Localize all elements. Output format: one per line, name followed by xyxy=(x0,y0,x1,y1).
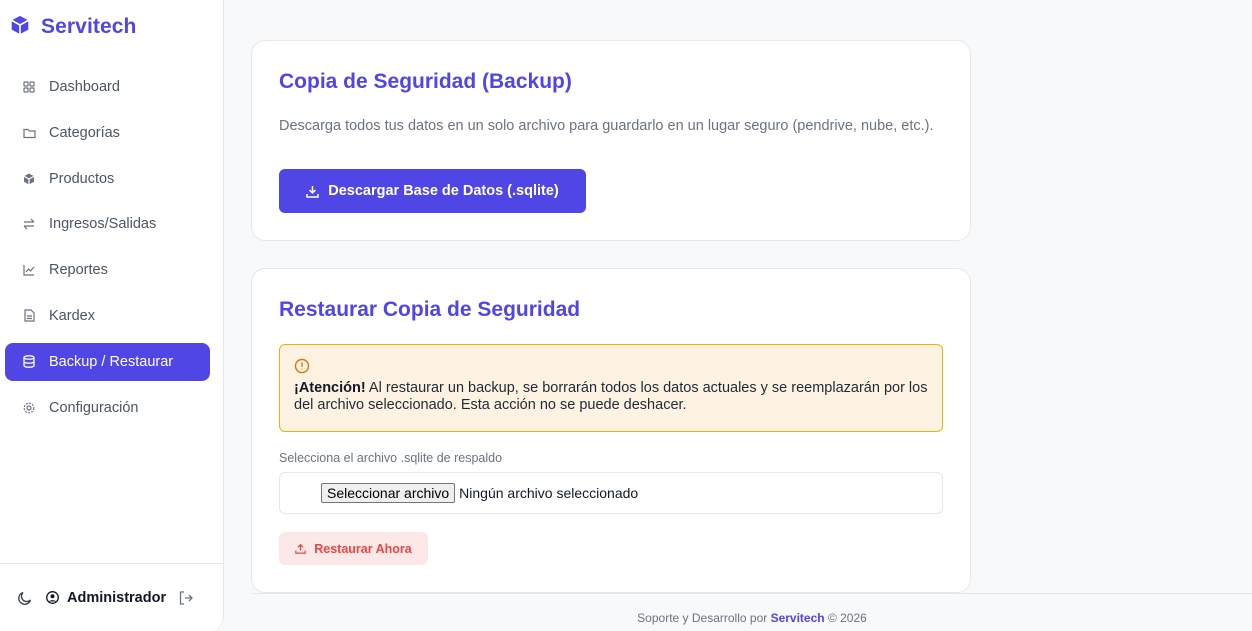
brand[interactable]: Servitech xyxy=(10,14,136,40)
sidebar-item-label: Productos xyxy=(49,170,115,187)
file-status: Ningún archivo seleccionado xyxy=(459,485,639,501)
sidebar-item-productos[interactable]: Productos xyxy=(5,160,210,198)
restore-now-label: Restaurar Ahora xyxy=(314,541,412,556)
user-avatar-icon xyxy=(46,591,59,604)
choose-file-button[interactable]: Seleccionar archivo xyxy=(321,483,456,503)
sidebar-item-label: Kardex xyxy=(49,307,95,324)
database-icon xyxy=(22,355,36,369)
moon-icon[interactable] xyxy=(17,590,33,606)
sidebar-item-configuracion[interactable]: Configuración xyxy=(5,389,210,427)
logout-icon[interactable] xyxy=(178,590,194,606)
sidebar-item-label: Categorías xyxy=(49,124,120,141)
file-input[interactable]: Seleccionar archivo Ningún archivo selec… xyxy=(279,472,943,514)
sidebar-item-kardex[interactable]: Kardex xyxy=(5,297,210,335)
warning-alert: ¡Atención! Al restaurar un backup, se bo… xyxy=(279,344,943,432)
restore-now-button[interactable]: Restaurar Ahora xyxy=(279,532,428,565)
box-logo-icon xyxy=(10,15,30,40)
restore-card: Restaurar Copia de Seguridad ¡Atención! … xyxy=(251,268,971,593)
sidebar-nav: Dashboard Categorías Productos Ingresos/… xyxy=(5,68,210,434)
upload-icon xyxy=(295,543,307,554)
folder-icon xyxy=(22,126,36,140)
arrows-exchange-icon xyxy=(22,217,36,231)
warning-text: ¡Atención! Al restaurar un backup, se bo… xyxy=(294,380,928,414)
download-icon xyxy=(306,185,319,198)
sidebar-item-dashboard[interactable]: Dashboard xyxy=(5,68,210,106)
gear-icon xyxy=(22,401,36,415)
chart-line-icon xyxy=(22,263,36,277)
user-name: Administrador xyxy=(67,589,167,606)
backup-title: Copia de Seguridad (Backup) xyxy=(279,70,572,93)
sidebar-item-label: Reportes xyxy=(49,262,108,279)
sidebar-item-label: Dashboard xyxy=(49,79,120,95)
file-text-icon xyxy=(22,309,36,323)
restore-title: Restaurar Copia de Seguridad xyxy=(279,298,581,321)
sidebar-item-label: Configuración xyxy=(49,399,139,416)
footer-suffix: © 2026 xyxy=(824,611,867,625)
footer-divider xyxy=(252,593,1252,594)
box-icon xyxy=(22,172,36,186)
footer-brand-link[interactable]: Servitech xyxy=(771,611,825,625)
alert-circle-icon xyxy=(294,358,928,374)
sidebar-item-backup-restaurar[interactable]: Backup / Restaurar xyxy=(5,342,210,381)
sidebar-item-ingresos-salidas[interactable]: Ingresos/Salidas xyxy=(5,205,210,243)
sidebar-item-categorias[interactable]: Categorías xyxy=(5,114,210,152)
backup-description: Descarga todos tus datos en un solo arch… xyxy=(279,118,934,134)
download-database-label: Descargar Base de Datos (.sqlite) xyxy=(328,183,559,199)
backup-card: Copia de Seguridad (Backup) Descarga tod… xyxy=(251,40,971,241)
file-label: Selecciona el archivo .sqlite de respald… xyxy=(279,451,503,465)
page-footer: Soporte y Desarrollo por Servitech © 202… xyxy=(252,611,1252,625)
warning-strong: ¡Atención! xyxy=(294,380,366,396)
sidebar-footer: Administrador xyxy=(0,563,223,631)
sidebar-item-reportes[interactable]: Reportes xyxy=(5,251,210,289)
download-database-button[interactable]: Descargar Base de Datos (.sqlite) xyxy=(279,169,586,213)
sidebar-item-label: Backup / Restaurar xyxy=(49,353,174,370)
footer-prefix: Soporte y Desarrollo por xyxy=(637,611,771,625)
sidebar-item-label: Ingresos/Salidas xyxy=(49,216,157,233)
brand-name: Servitech xyxy=(41,15,137,38)
sidebar: Servitech Dashboard Categorías Productos… xyxy=(0,0,224,631)
warning-body: Al restaurar un backup, se borrarán todo… xyxy=(294,380,928,413)
grid-icon xyxy=(22,80,36,94)
